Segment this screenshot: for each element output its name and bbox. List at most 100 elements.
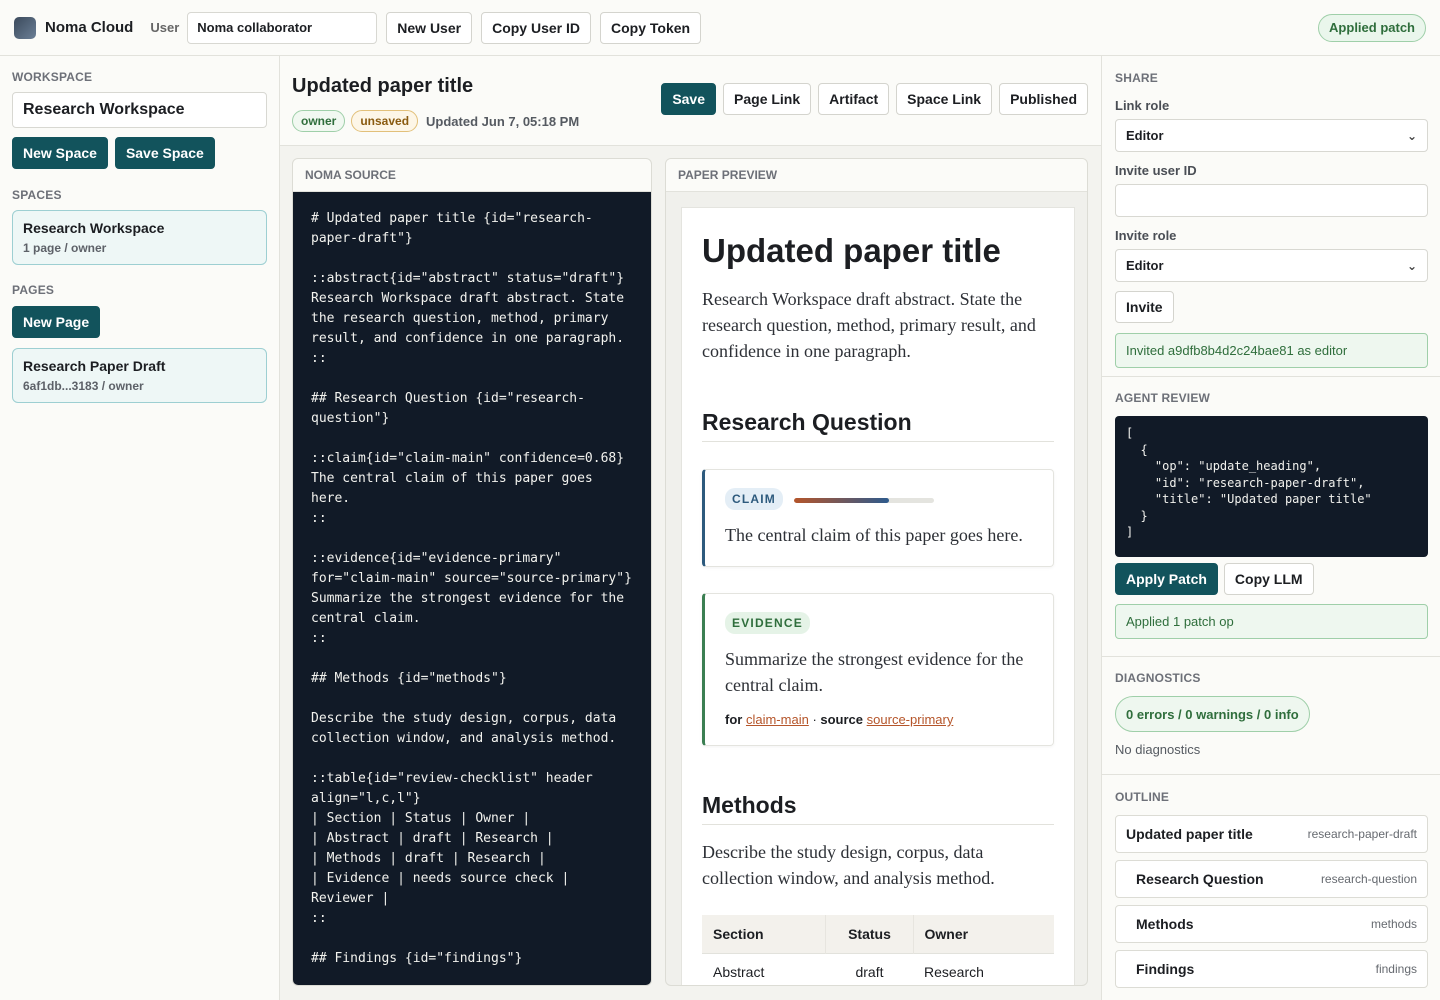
save-space-button[interactable]: Save Space bbox=[114, 137, 215, 169]
space-name: Research Workspace bbox=[23, 220, 165, 236]
evidence-text: Summarize the strongest evidence for the… bbox=[725, 649, 1024, 695]
link-role-label: Link role bbox=[1115, 98, 1170, 113]
page-name: Research Paper Draft bbox=[23, 358, 166, 374]
methods-text: Describe the study design, corpus, data … bbox=[702, 842, 995, 888]
apply-patch-button[interactable]: Apply Patch bbox=[1115, 563, 1218, 595]
editor-header: Updated paper title owner unsaved Update… bbox=[280, 56, 1101, 146]
patch-editor[interactable]: [ { "op": "update_heading", "id": "resea… bbox=[1115, 416, 1428, 557]
updated-timestamp: Updated Jun 7, 05:18 PM bbox=[426, 113, 580, 129]
diagnostics-empty: No diagnostics bbox=[1115, 742, 1201, 757]
source-panel: NOMA SOURCE # Updated paper title {id="r… bbox=[292, 158, 652, 986]
table-header-status: Status bbox=[825, 915, 914, 953]
claim-tag: CLAIM bbox=[725, 488, 783, 510]
table-header-section: Section bbox=[702, 915, 827, 953]
evidence-tag: EVIDENCE bbox=[725, 612, 810, 634]
invite-notice: Invited a9dfb8b4d2c24bae81 as editor bbox=[1115, 333, 1428, 368]
new-space-button[interactable]: New Space bbox=[12, 137, 108, 169]
space-card[interactable]: Research Workspace 1 page / owner bbox=[12, 210, 267, 265]
outline-title: OUTLINE bbox=[1115, 790, 1170, 804]
user-label: User bbox=[150, 20, 180, 35]
page-link-button[interactable]: Page Link bbox=[723, 83, 812, 115]
right-sidebar: SHARE Link role Editor ⌄ Invite user ID … bbox=[1101, 56, 1440, 1000]
diagnostics-section: DIAGNOSTICS 0 errors / 0 warnings / 0 in… bbox=[1102, 657, 1440, 775]
unsaved-badge: unsaved bbox=[351, 110, 419, 132]
table-cell: draft bbox=[825, 952, 913, 985]
invite-id-label: Invite user ID bbox=[1115, 163, 1197, 178]
review-table: Section Status Owner Abstract draft Rese… bbox=[702, 915, 1054, 985]
outline-item[interactable]: Research Question research-question bbox=[1115, 860, 1428, 898]
evidence-meta: for claim-main · source source-primary bbox=[725, 712, 1033, 727]
link-role-select[interactable]: Editor ⌄ bbox=[1115, 119, 1428, 152]
main-area: Updated paper title owner unsaved Update… bbox=[280, 56, 1101, 1000]
table-cell: Abstract bbox=[702, 952, 826, 985]
agent-review-title: AGENT REVIEW bbox=[1115, 391, 1211, 405]
evidence-block: EVIDENCE Summarize the strongest evidenc… bbox=[702, 593, 1054, 746]
table-cell: Research bbox=[913, 952, 1054, 985]
page-meta: 6af1db...3183 / owner bbox=[23, 379, 144, 393]
outline-item[interactable]: Findings findings bbox=[1115, 950, 1428, 988]
source-panel-title: NOMA SOURCE bbox=[293, 159, 651, 192]
outline-item-id: findings bbox=[1375, 962, 1417, 976]
table-header-owner: Owner bbox=[913, 915, 1054, 953]
chevron-down-icon: ⌄ bbox=[1406, 258, 1417, 273]
outline-section: OUTLINE Updated paper title research-pap… bbox=[1102, 775, 1440, 988]
app-brand: Noma Cloud bbox=[45, 19, 134, 36]
outline-item-title: Research Question bbox=[1136, 871, 1264, 887]
source-label: source bbox=[820, 712, 864, 727]
link-role-value: Editor bbox=[1126, 128, 1164, 143]
source-link[interactable]: source-primary bbox=[867, 712, 954, 727]
invite-role-value: Editor bbox=[1126, 258, 1164, 273]
artifact-button[interactable]: Artifact bbox=[818, 83, 890, 115]
page-title: Updated paper title bbox=[292, 75, 474, 97]
section-heading-methods: Methods bbox=[702, 792, 1054, 825]
paper-title: Updated paper title bbox=[702, 232, 1001, 269]
new-page-button[interactable]: New Page bbox=[12, 306, 101, 338]
page-card[interactable]: Research Paper Draft 6af1db...3183 / own… bbox=[12, 348, 267, 403]
section-heading-question: Research Question bbox=[702, 409, 1054, 442]
share-title: SHARE bbox=[1115, 71, 1159, 85]
preview-panel-title: PAPER PREVIEW bbox=[666, 159, 1087, 192]
outline-item[interactable]: Updated paper title research-paper-draft bbox=[1115, 815, 1428, 853]
paper-abstract: Research Workspace draft abstract. State… bbox=[702, 289, 1036, 361]
invite-role-select[interactable]: Editor ⌄ bbox=[1115, 249, 1428, 282]
outline-item[interactable]: Methods methods bbox=[1115, 905, 1428, 943]
copy-user-id-button[interactable]: Copy User ID bbox=[481, 11, 591, 44]
invite-button[interactable]: Invite bbox=[1115, 291, 1174, 323]
preview-panel: PAPER PREVIEW Updated paper title Resear… bbox=[665, 158, 1088, 986]
space-link-button[interactable]: Space Link bbox=[896, 83, 993, 115]
diagnostics-title: DIAGNOSTICS bbox=[1115, 671, 1201, 685]
published-button[interactable]: Published bbox=[999, 83, 1088, 115]
outline-item-id: research-paper-draft bbox=[1307, 827, 1417, 841]
confidence-bar bbox=[794, 497, 935, 503]
for-label: for bbox=[725, 712, 743, 727]
outline-item-id: research-question bbox=[1320, 872, 1417, 886]
copy-llm-button[interactable]: Copy LLM bbox=[1223, 563, 1314, 595]
top-bar: Noma Cloud User New User Copy User ID Co… bbox=[0, 0, 1440, 56]
workspace-name-input[interactable] bbox=[12, 92, 267, 128]
new-user-button[interactable]: New User bbox=[386, 11, 473, 44]
diagnostics-summary: 0 errors / 0 warnings / 0 info bbox=[1115, 696, 1310, 732]
invite-role-label: Invite role bbox=[1115, 228, 1177, 243]
pages-section-title: PAGES bbox=[12, 283, 55, 297]
save-button[interactable]: Save bbox=[661, 83, 717, 115]
user-input[interactable] bbox=[187, 11, 378, 44]
patch-notice: Applied 1 patch op bbox=[1115, 604, 1428, 639]
source-editor[interactable]: # Updated paper title {id="research-pape… bbox=[293, 192, 651, 985]
spaces-section-title: SPACES bbox=[12, 188, 62, 202]
table-row: Abstract draft Research bbox=[702, 952, 1054, 985]
agent-review-section: AGENT REVIEW [ { "op": "update_heading",… bbox=[1102, 377, 1440, 657]
share-section: SHARE Link role Editor ⌄ Invite user ID … bbox=[1102, 56, 1440, 377]
space-meta: 1 page / owner bbox=[23, 241, 107, 255]
chevron-down-icon: ⌄ bbox=[1406, 128, 1417, 143]
outline-item-title: Methods bbox=[1136, 916, 1194, 932]
paper-preview: Updated paper title Research Workspace d… bbox=[681, 207, 1075, 985]
invite-id-input[interactable] bbox=[1115, 184, 1428, 217]
left-sidebar: WORKSPACE New Space Save Space SPACES Re… bbox=[0, 56, 280, 1000]
copy-token-button[interactable]: Copy Token bbox=[600, 11, 702, 44]
claim-block: CLAIM The central claim of this paper go… bbox=[702, 469, 1054, 567]
owner-badge: owner bbox=[292, 110, 346, 132]
outline-item-id: methods bbox=[1370, 917, 1417, 931]
outline-item-title: Findings bbox=[1136, 961, 1195, 977]
confidence-fill bbox=[794, 497, 890, 503]
claim-link[interactable]: claim-main bbox=[746, 712, 809, 727]
